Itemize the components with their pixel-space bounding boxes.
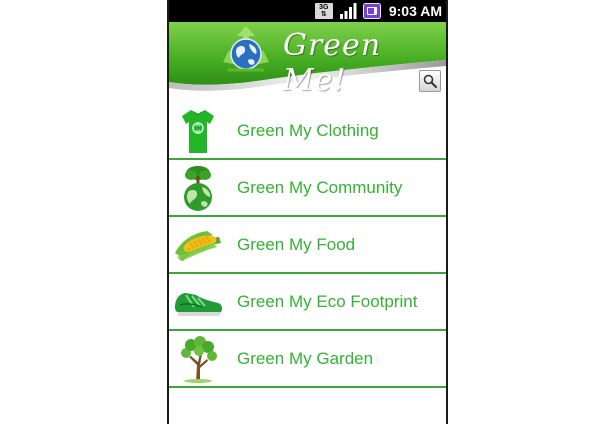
menu-item-label: Green My Community <box>237 177 403 197</box>
menu-item-label: Green My Food <box>237 234 356 254</box>
search-icon <box>423 74 437 88</box>
menu-list: Green My Clothing Green My Community Gre… <box>169 103 446 388</box>
menu-item-label: Green My Eco Footprint <box>237 291 418 311</box>
earth-tree-icon <box>169 163 227 213</box>
menu-item-label: Green My Clothing <box>237 120 379 140</box>
tshirt-icon <box>169 106 227 156</box>
app-header: Green Me! <box>169 22 446 94</box>
signal-icon <box>338 2 358 20</box>
recycling-globe-icon <box>219 24 273 76</box>
menu-item-eco-footprint[interactable]: Green My Eco Footprint <box>169 274 446 331</box>
menu-item-clothing[interactable]: Green My Clothing <box>169 103 446 160</box>
menu-item-garden[interactable]: Green My Garden <box>169 331 446 388</box>
sneaker-icon <box>169 277 227 327</box>
menu-item-community[interactable]: Green My Community <box>169 160 446 217</box>
search-button[interactable] <box>419 70 441 92</box>
corn-icon <box>169 220 227 270</box>
network-3g-icon: 3G ⇅ <box>314 3 333 19</box>
status-bar: 3G ⇅ 9:03 AM <box>169 0 446 22</box>
status-time: 9:03 AM <box>388 3 442 19</box>
tree-icon <box>169 334 227 384</box>
menu-item-label: Green My Garden <box>237 348 374 368</box>
phone-screen: 3G ⇅ 9:03 AM Green Me! Green My Clothing… <box>167 0 448 424</box>
menu-item-food[interactable]: Green My Food <box>169 217 446 274</box>
battery-icon <box>362 3 381 19</box>
